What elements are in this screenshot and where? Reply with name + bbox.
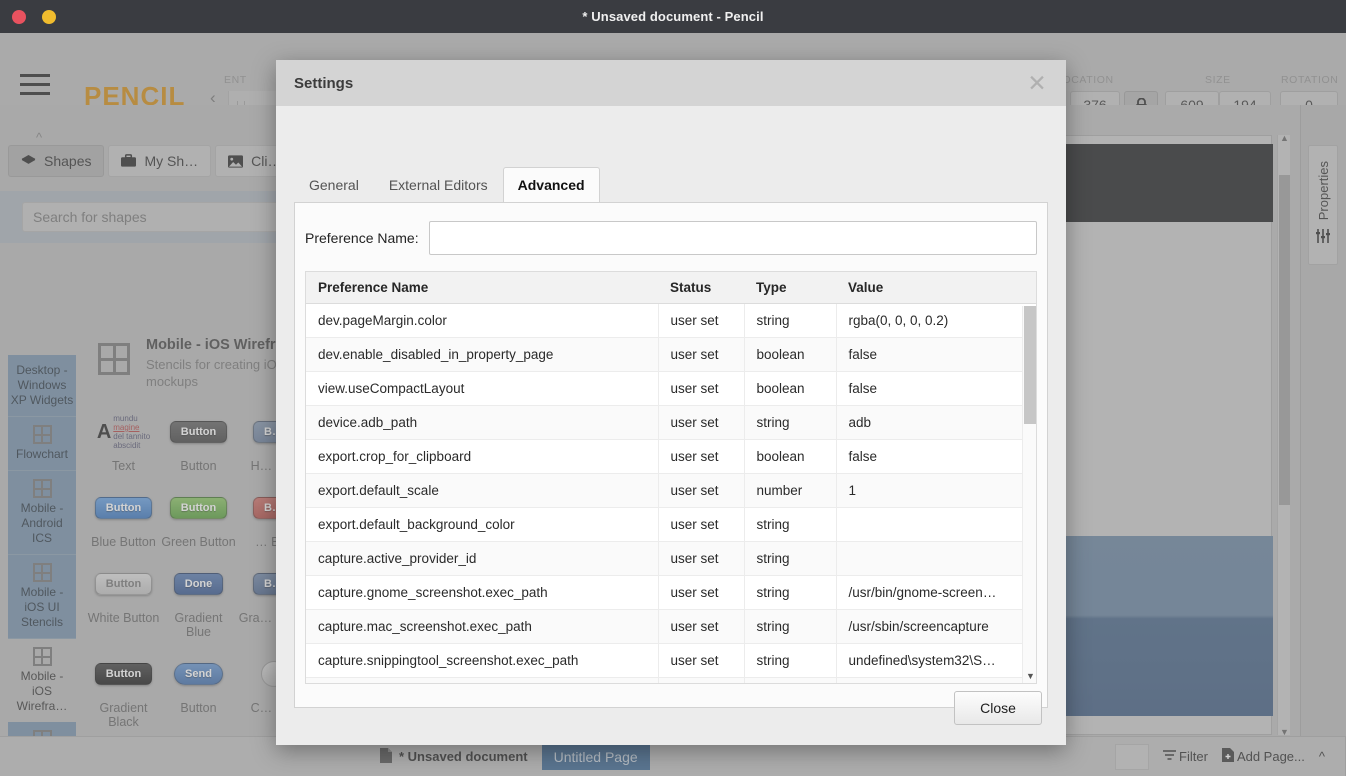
table-row[interactable]: device.adb_path user set string adb bbox=[306, 405, 1036, 440]
cell-preference-name: capture.gnome_screenshot.exec_path bbox=[306, 575, 659, 610]
preference-filter-row: Preference Name: bbox=[295, 203, 1047, 255]
scrollbar-thumb[interactable] bbox=[1024, 306, 1036, 424]
cell-type: string bbox=[744, 575, 837, 610]
cell-value bbox=[836, 507, 1036, 542]
cell-type: boolean bbox=[744, 439, 837, 474]
preference-name-input[interactable] bbox=[428, 221, 1037, 255]
cell-value bbox=[836, 541, 1036, 576]
window-controls bbox=[12, 0, 56, 33]
cell-type: string bbox=[744, 507, 837, 542]
table-row[interactable]: export.crop_for_clipboard user set boole… bbox=[306, 439, 1036, 474]
dialog-header: Settings ✕ bbox=[276, 60, 1066, 106]
cell-type: boolean bbox=[744, 371, 837, 406]
tab-external-editors[interactable]: External Editors bbox=[374, 167, 503, 202]
preferences-table: Preference Name Status Type Value dev.pa… bbox=[306, 272, 1036, 683]
cell-preference-name: export.default_scale bbox=[306, 473, 659, 508]
cell-preference-name: dev.enable_disabled_in_property_page bbox=[306, 337, 659, 372]
cell-value: rgba(0, 0, 0, 0.2) bbox=[836, 303, 1036, 338]
table-row[interactable]: capture.snippingtool_screenshot.exec_pat… bbox=[306, 643, 1036, 678]
table-row[interactable]: capture.mac_screenshot.exec_path user se… bbox=[306, 609, 1036, 644]
cell-status: user set bbox=[658, 303, 745, 338]
column-header-preference-name[interactable]: Preference Name bbox=[306, 272, 658, 304]
tab-advanced[interactable]: Advanced bbox=[502, 167, 600, 202]
minimize-window-button[interactable] bbox=[42, 9, 56, 24]
close-icon[interactable]: ✕ bbox=[1022, 68, 1052, 98]
settings-dialog: Settings ✕ General External Editors Adva… bbox=[276, 60, 1066, 745]
cell-preference-name: view.useCompactLayout bbox=[306, 371, 659, 406]
dialog-title: Settings bbox=[294, 74, 354, 92]
cell-status: user set bbox=[658, 575, 745, 610]
cell-preference-name: dev.pageMargin.color bbox=[306, 303, 659, 338]
cell-status: user set bbox=[658, 609, 745, 644]
cell-status: user set bbox=[658, 541, 745, 576]
cell-type: boolean bbox=[744, 337, 837, 372]
cell-value: false bbox=[836, 337, 1036, 372]
preference-name-label: Preference Name: bbox=[305, 230, 419, 246]
dialog-body: General External Editors Advanced Prefer… bbox=[276, 106, 1066, 745]
cell-value: false bbox=[836, 439, 1036, 474]
table-row[interactable]: view.useCompactLayout user set boolean f… bbox=[306, 371, 1036, 406]
cell-status: user set bbox=[658, 507, 745, 542]
table-row[interactable]: export.default_scale user set number 1 bbox=[306, 473, 1036, 508]
close-window-button[interactable] bbox=[12, 9, 26, 24]
cell-value: /usr/bin/gnome-screen… bbox=[836, 575, 1036, 610]
cell-preference-name: export.crop_for_clipboard bbox=[306, 439, 659, 474]
column-header-value[interactable]: Value bbox=[836, 272, 1036, 304]
cell-type: string bbox=[744, 643, 837, 678]
cell-status: user set bbox=[658, 439, 745, 474]
table-header-row: Preference Name Status Type Value bbox=[306, 272, 1036, 304]
cell-status: user set bbox=[658, 371, 745, 406]
cell-value: adb bbox=[836, 405, 1036, 440]
cell-status: user set bbox=[658, 405, 745, 440]
cell-value: /usr/sbin/screencapture bbox=[836, 609, 1036, 644]
column-header-type[interactable]: Type bbox=[744, 272, 836, 304]
table-row[interactable]: capture.gnome_screenshot.exec_path user … bbox=[306, 575, 1036, 610]
cell-type: string bbox=[744, 609, 837, 644]
close-button[interactable]: Close bbox=[954, 691, 1042, 725]
cell-preference-name: export.default_background_color bbox=[306, 507, 659, 542]
tab-general[interactable]: General bbox=[294, 167, 374, 202]
cell-value: false bbox=[836, 371, 1036, 406]
cell-preference-name: device.adb_path bbox=[306, 405, 659, 440]
advanced-tab-panel: Preference Name: Preference Name Status … bbox=[294, 202, 1048, 708]
table-row[interactable]: dev.pageMargin.color user set string rgb… bbox=[306, 303, 1036, 338]
window-titlebar: * Unsaved document - Pencil bbox=[0, 0, 1346, 33]
cell-preference-name: capture.snippingtool_screenshot.exec_pat… bbox=[306, 643, 659, 678]
cell-value: 1 bbox=[836, 473, 1036, 508]
cell-preference-name: capture.mac_screenshot.exec_path bbox=[306, 609, 659, 644]
column-header-status[interactable]: Status bbox=[658, 272, 744, 304]
cell-type: number bbox=[744, 473, 837, 508]
cell-status: user set bbox=[658, 643, 745, 678]
cell-status: user set bbox=[658, 337, 745, 372]
dialog-footer: Close bbox=[276, 675, 1066, 745]
table-body: dev.pageMargin.color user set string rgb… bbox=[306, 303, 1036, 683]
table-vertical-scrollbar[interactable]: ▼ bbox=[1022, 306, 1036, 683]
cell-value: undefined\system32\S… bbox=[836, 643, 1036, 678]
cell-type: string bbox=[744, 541, 837, 576]
table-header: Preference Name Status Type Value bbox=[306, 272, 1036, 304]
window-title: * Unsaved document - Pencil bbox=[582, 9, 764, 24]
settings-tabs: General External Editors Advanced bbox=[294, 166, 600, 202]
preferences-table-container: Preference Name Status Type Value dev.pa… bbox=[305, 271, 1037, 684]
table-row[interactable]: dev.enable_disabled_in_property_page use… bbox=[306, 337, 1036, 372]
cell-status: user set bbox=[658, 473, 745, 508]
cell-type: string bbox=[744, 303, 837, 338]
screen: * Unsaved document - Pencil PENCIL ‹ ENT… bbox=[0, 0, 1346, 776]
table-row[interactable]: capture.active_provider_id user set stri… bbox=[306, 541, 1036, 576]
table-row[interactable]: export.default_background_color user set… bbox=[306, 507, 1036, 542]
cell-type: string bbox=[744, 405, 837, 440]
cell-preference-name: capture.active_provider_id bbox=[306, 541, 659, 576]
